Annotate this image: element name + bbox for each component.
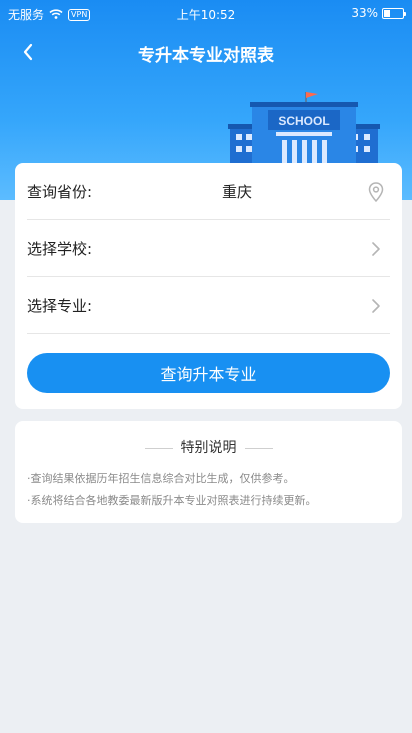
notes-heading-text: 特别说明	[180, 440, 237, 456]
school-sign-text: SCHOOL	[278, 114, 329, 128]
chevron-right-icon	[366, 238, 386, 260]
battery-icon	[382, 7, 406, 19]
school-illustration: SCHOOL	[228, 90, 380, 164]
query-submit-button[interactable]: 查询升本专业	[27, 353, 390, 393]
status-bar: 无服务 VPN 上午10:52 33%	[0, 0, 412, 28]
divider	[144, 447, 173, 449]
school-select-row[interactable]: 选择学校:	[27, 220, 390, 277]
clock: 上午10:52	[176, 8, 236, 22]
province-label: 查询省份:	[27, 182, 93, 201]
notes-card: 特别说明 ·查询结果依据历年招生信息综合对比生成，仅供参考。 ·系统将结合各地教…	[15, 421, 402, 523]
note-item: ·查询结果依据历年招生信息综合对比生成，仅供参考。	[27, 472, 295, 485]
notes-heading: 特别说明	[15, 437, 402, 457]
note-item: ·系统将结合各地教委最新版升本专业对照表进行持续更新。	[27, 494, 317, 507]
navigation-bar: 专升本专业对照表	[0, 34, 412, 70]
battery-fill	[384, 9, 390, 17]
major-select-row[interactable]: 选择专业:	[27, 277, 390, 334]
province-row[interactable]: 查询省份: 重庆	[27, 163, 390, 220]
page-title: 专升本专业对照表	[138, 46, 274, 66]
major-select-label: 选择专业:	[27, 296, 93, 315]
school-select-label: 选择学校:	[27, 239, 93, 258]
battery-percent: 33%	[351, 6, 378, 20]
battery-group: 33%	[351, 6, 406, 20]
chevron-right-icon	[366, 295, 386, 317]
province-value: 重庆	[222, 183, 253, 201]
divider	[244, 447, 273, 449]
query-form-card: 查询省份: 重庆 选择学校: 选择专业: 查询升本专业	[15, 163, 402, 409]
location-pin-icon[interactable]	[366, 181, 386, 203]
